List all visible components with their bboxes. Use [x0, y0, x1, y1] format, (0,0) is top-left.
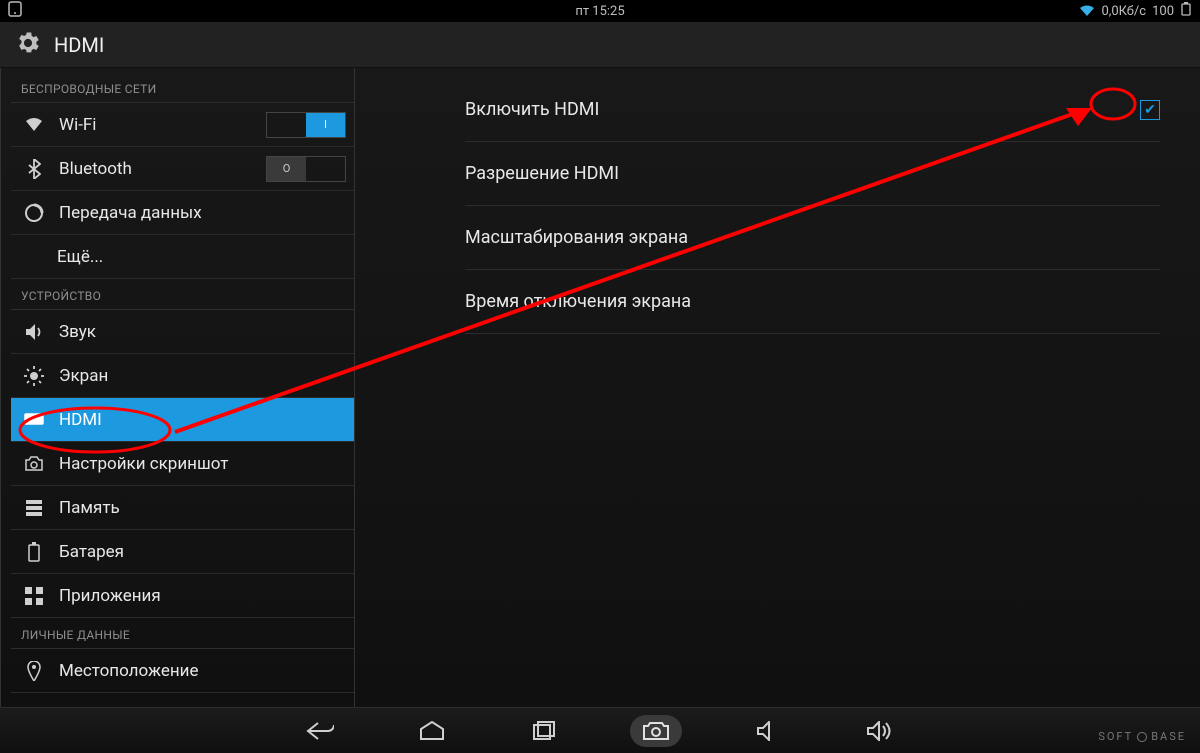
hdmi-icon	[23, 413, 45, 427]
wifi-icon	[23, 117, 45, 133]
sidebar-item-label: Местоположение	[59, 661, 346, 681]
camera-icon	[23, 456, 45, 472]
sidebar-item-more[interactable]: Ещё...	[11, 235, 354, 279]
wifi-toggle[interactable]: I	[266, 112, 346, 138]
hdmi-settings-panel: Включить HDMI Разрешение HDMI Масштабиро…	[355, 68, 1200, 707]
row-enable-hdmi[interactable]: Включить HDMI	[465, 78, 1160, 142]
settings-icon	[14, 29, 42, 61]
sidebar-item-bluetooth[interactable]: Bluetooth O	[11, 147, 354, 191]
sidebar-item-label: Передача данных	[59, 203, 346, 223]
sound-icon	[23, 323, 45, 341]
bluetooth-toggle[interactable]: O	[266, 156, 346, 182]
sidebar-item-label: Звук	[59, 322, 346, 342]
section-header-wireless: БЕСПРОВОДНЫЕ СЕТИ	[11, 72, 354, 103]
status-net-speed: 0,0Кб/с	[1101, 4, 1146, 19]
row-hdmi-resolution[interactable]: Разрешение HDMI	[465, 142, 1160, 206]
tablet-icon	[8, 1, 22, 21]
wifi-icon	[1079, 5, 1095, 17]
nav-recent-button[interactable]	[518, 715, 570, 747]
sidebar-item-display[interactable]: Экран	[11, 354, 354, 398]
watermark: SOFT BASE	[1098, 730, 1186, 743]
row-label: Время отключения экрана	[465, 291, 1160, 312]
watermark-knob-icon	[1137, 732, 1147, 742]
data-usage-icon	[23, 203, 45, 223]
sidebar-item-label: Wi-Fi	[59, 115, 252, 135]
section-header-device: УСТРОЙСТВО	[11, 279, 354, 310]
app-bar: HDMI	[0, 22, 1200, 68]
status-time: пт 15:25	[575, 4, 624, 19]
sidebar-item-label: Память	[59, 498, 346, 518]
brightness-icon	[23, 366, 45, 386]
nav-volume-down-button[interactable]	[742, 715, 794, 747]
sidebar-item-data-usage[interactable]: Передача данных	[11, 191, 354, 235]
row-label: Масштабирования экрана	[465, 227, 1160, 248]
sidebar-item-label: Bluetooth	[59, 159, 252, 179]
row-screen-timeout[interactable]: Время отключения экрана	[465, 270, 1160, 334]
settings-sidebar: БЕСПРОВОДНЫЕ СЕТИ Wi-Fi I Bluetooth O	[0, 68, 355, 707]
section-header-personal: ЛИЧНЫЕ ДАННЫЕ	[11, 618, 354, 649]
sidebar-item-storage[interactable]: Память	[11, 486, 354, 530]
sidebar-item-label: HDMI	[59, 410, 346, 430]
nav-screenshot-button[interactable]	[630, 715, 682, 747]
location-icon	[23, 661, 45, 681]
nav-home-button[interactable]	[406, 715, 458, 747]
battery-icon	[23, 542, 45, 562]
navigation-bar: SOFT BASE	[0, 707, 1200, 753]
sidebar-item-wifi[interactable]: Wi-Fi I	[11, 103, 354, 147]
bluetooth-icon	[23, 159, 45, 179]
sidebar-item-label: Экран	[59, 366, 346, 386]
sidebar-item-screenshot[interactable]: Настройки скриншот	[11, 442, 354, 486]
status-battery: 100	[1152, 4, 1174, 19]
page-title: HDMI	[54, 33, 104, 57]
sidebar-item-battery[interactable]: Батарея	[11, 530, 354, 574]
sidebar-item-label: Батарея	[59, 542, 346, 562]
row-label: Включить HDMI	[465, 99, 1140, 120]
storage-icon	[23, 499, 45, 517]
row-label: Разрешение HDMI	[465, 163, 1160, 184]
nav-volume-up-button[interactable]	[854, 715, 906, 747]
enable-hdmi-checkbox[interactable]	[1140, 100, 1160, 120]
sidebar-item-label: Ещё...	[23, 247, 346, 267]
sidebar-item-location[interactable]: Местоположение	[11, 649, 354, 693]
sidebar-item-label: Настройки скриншот	[59, 454, 346, 474]
nav-back-button[interactable]	[294, 715, 346, 747]
sidebar-item-sound[interactable]: Звук	[11, 310, 354, 354]
sidebar-item-label: Приложения	[59, 586, 346, 606]
row-screen-scaling[interactable]: Масштабирования экрана	[465, 206, 1160, 270]
sidebar-item-hdmi[interactable]: HDMI	[11, 398, 354, 442]
sidebar-item-apps[interactable]: Приложения	[11, 574, 354, 618]
status-bar: пт 15:25 0,0Кб/с 100	[0, 0, 1200, 22]
battery-icon	[1180, 2, 1192, 20]
apps-icon	[23, 587, 45, 605]
